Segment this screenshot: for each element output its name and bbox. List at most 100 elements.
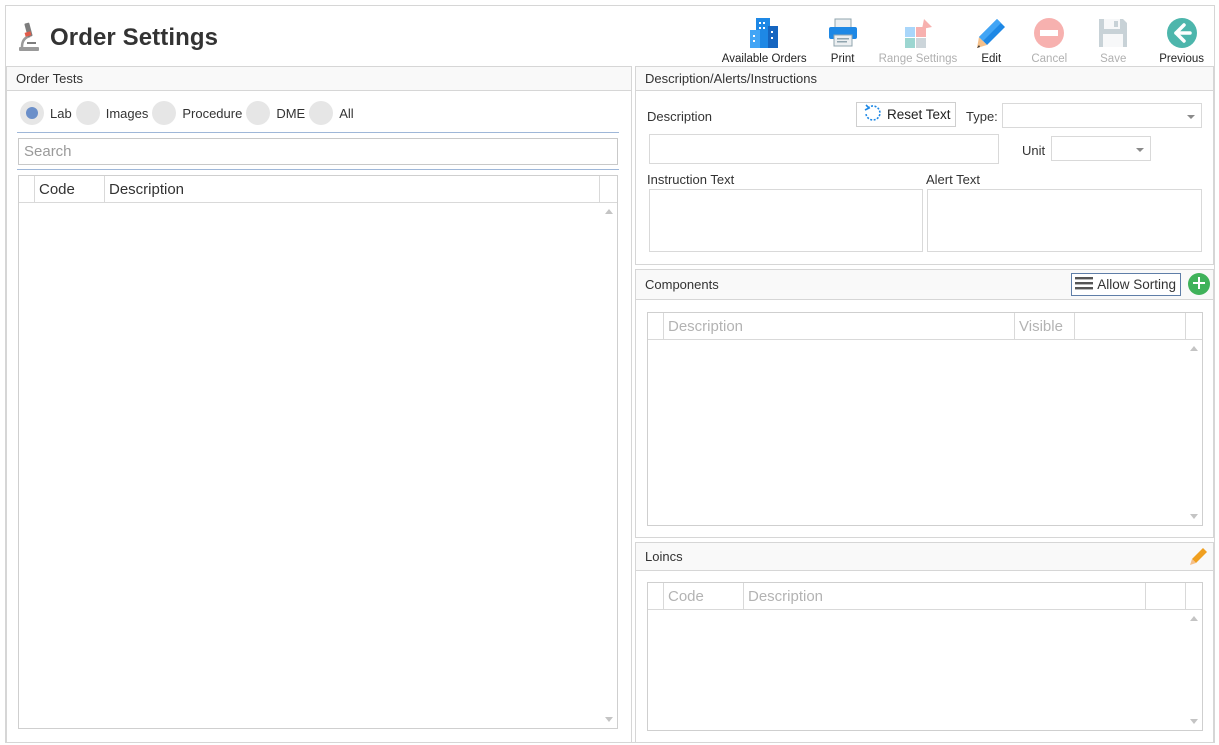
- order-tests-panel: Order Tests Lab Images Procedure DME All: [6, 66, 632, 743]
- range-settings-label: Range Settings: [878, 53, 958, 65]
- radio-all[interactable]: All: [309, 101, 354, 125]
- scroll-down-icon[interactable]: [1190, 514, 1198, 519]
- cancel-button[interactable]: Cancel: [1019, 9, 1079, 65]
- order-tests-grid-header: Code Description: [19, 176, 617, 203]
- reset-text-button[interactable]: Reset Text: [856, 102, 956, 127]
- loincs-scrollbar[interactable]: [1185, 610, 1202, 730]
- components-title: Components: [645, 277, 719, 292]
- description-label: Description: [647, 109, 713, 124]
- loincs-title: Loincs: [645, 549, 683, 564]
- previous-button[interactable]: Previous: [1147, 9, 1210, 65]
- radio-images-dot[interactable]: [75, 101, 100, 125]
- column-code[interactable]: Code: [664, 583, 744, 609]
- radio-images-label: Images: [105, 105, 149, 121]
- divider: [17, 132, 619, 133]
- add-component-button[interactable]: [1188, 273, 1210, 295]
- instruction-text-label: Instruction Text: [647, 172, 735, 187]
- row-indicator-column: [648, 583, 664, 609]
- radio-all-dot[interactable]: [309, 101, 334, 125]
- plus-icon: [1193, 276, 1205, 292]
- microscope-icon: [16, 20, 42, 55]
- save-label: Save: [1100, 53, 1127, 65]
- loincs-grid: Code Description: [647, 582, 1203, 731]
- components-grid-header: Description Visible: [648, 313, 1202, 340]
- range-settings-button[interactable]: Range Settings: [873, 9, 964, 65]
- toolbar: Available Orders Print Range Settings Ed…: [716, 9, 1210, 65]
- allow-sorting-button[interactable]: Allow Sorting: [1071, 273, 1181, 296]
- column-code[interactable]: Code: [35, 176, 105, 202]
- radio-lab-label: Lab: [50, 105, 72, 121]
- row-indicator-column: [19, 176, 35, 202]
- previous-label: Previous: [1159, 53, 1204, 65]
- edit-label: Edit: [981, 53, 1002, 65]
- column-description[interactable]: Description: [664, 313, 1015, 339]
- alert-text-area[interactable]: [927, 189, 1202, 252]
- radio-dme[interactable]: DME: [246, 101, 305, 125]
- pencil-icon: [973, 15, 1009, 51]
- arrow-left-icon: [1164, 15, 1200, 51]
- components-scrollbar[interactable]: [1185, 340, 1202, 525]
- unit-select[interactable]: [1051, 136, 1151, 161]
- edit-loincs-button[interactable]: [1189, 546, 1209, 566]
- empty-column: [1075, 313, 1186, 339]
- description-input[interactable]: [649, 134, 999, 164]
- order-tests-grid: Code Description: [18, 175, 618, 729]
- available-orders-button[interactable]: Available Orders: [716, 9, 813, 65]
- building-icon: [746, 15, 782, 51]
- radio-dme-dot[interactable]: [246, 101, 271, 125]
- column-description[interactable]: Description: [744, 583, 1146, 609]
- allow-sorting-label: Allow Sorting: [1097, 277, 1176, 292]
- floppy-disk-icon: [1095, 15, 1131, 51]
- list-icon: [1074, 275, 1094, 294]
- available-orders-label: Available Orders: [721, 53, 807, 65]
- description-panel-title: Description/Alerts/Instructions: [645, 71, 817, 86]
- column-description[interactable]: Description: [105, 176, 600, 202]
- order-tests-title: Order Tests: [16, 71, 83, 86]
- refresh-icon: [863, 103, 883, 126]
- reset-text-label: Reset Text: [887, 107, 951, 122]
- components-grid: Description Visible: [647, 312, 1203, 526]
- type-select[interactable]: [1002, 103, 1202, 128]
- radio-images[interactable]: Images: [75, 101, 149, 125]
- scroll-up-icon[interactable]: [1190, 346, 1198, 351]
- order-tests-scrollbar[interactable]: [600, 203, 617, 728]
- scroll-down-icon[interactable]: [1190, 719, 1198, 724]
- components-panel: Components Allow Sorting Description Vis…: [635, 269, 1214, 538]
- order-type-radio-group: Lab Images Procedure DME All: [20, 101, 358, 125]
- pencil-icon: [1189, 548, 1209, 569]
- app-title: Order Settings: [16, 20, 218, 55]
- components-header: Components Allow Sorting: [636, 270, 1213, 300]
- scroll-down-icon[interactable]: [605, 717, 613, 722]
- loincs-header: Loincs: [636, 543, 1213, 571]
- scroll-up-icon[interactable]: [605, 209, 613, 214]
- radio-procedure-label: Procedure: [182, 105, 243, 121]
- instruction-text-area[interactable]: [649, 189, 923, 252]
- radio-procedure[interactable]: Procedure: [152, 101, 242, 125]
- description-panel: Description/Alerts/Instructions Descript…: [635, 66, 1214, 265]
- save-button[interactable]: Save: [1079, 9, 1147, 65]
- column-visible[interactable]: Visible: [1015, 313, 1075, 339]
- page-title: Order Settings: [50, 23, 219, 51]
- cancel-icon: [1031, 15, 1067, 51]
- edit-button[interactable]: Edit: [963, 9, 1019, 65]
- loincs-panel: Loincs Code Description: [635, 542, 1214, 743]
- type-label: Type:: [966, 109, 998, 124]
- scroll-up-icon[interactable]: [1190, 616, 1198, 621]
- print-label: Print: [830, 53, 855, 65]
- loincs-grid-header: Code Description: [648, 583, 1202, 610]
- unit-label: Unit: [1022, 143, 1046, 158]
- app-window: Order Settings Available Orders Print Ra…: [5, 5, 1215, 743]
- search-input[interactable]: [18, 138, 618, 165]
- description-panel-header: Description/Alerts/Instructions: [636, 67, 1213, 91]
- range-settings-icon: [900, 15, 936, 51]
- radio-lab-dot[interactable]: [20, 101, 44, 125]
- order-tests-header: Order Tests: [7, 67, 631, 91]
- radio-procedure-dot[interactable]: [152, 101, 177, 125]
- empty-column: [1146, 583, 1186, 609]
- radio-lab[interactable]: Lab: [20, 101, 72, 125]
- print-button[interactable]: Print: [813, 9, 873, 65]
- printer-icon: [825, 15, 861, 51]
- radio-all-label: All: [339, 105, 354, 121]
- radio-dme-label: DME: [276, 105, 306, 121]
- alert-text-label: Alert Text: [926, 172, 980, 187]
